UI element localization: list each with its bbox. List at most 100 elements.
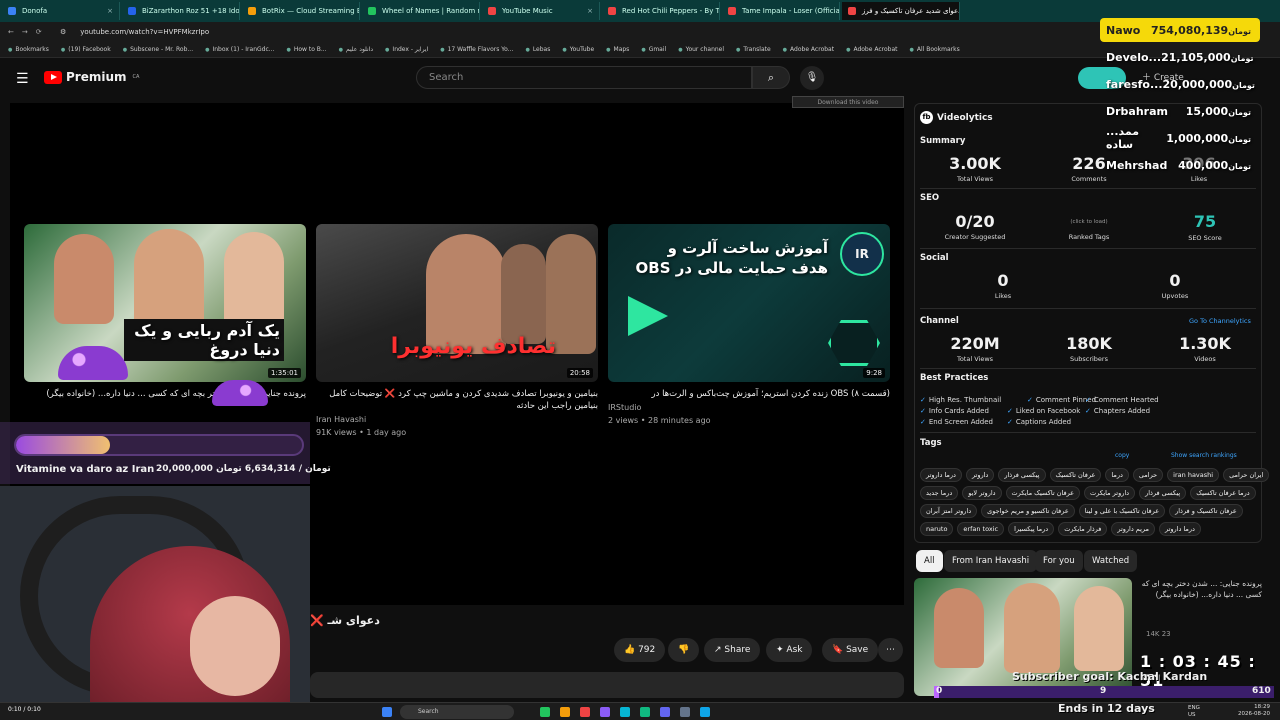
file-explorer-icon[interactable] [560, 707, 570, 717]
tag-chip[interactable]: عرفان تاکسیک با علی و لینا [1078, 504, 1166, 518]
bookmark-item[interactable]: Lebas [525, 46, 551, 53]
back-icon[interactable]: ← [8, 28, 14, 36]
dislike-button[interactable]: 👎 [668, 638, 700, 662]
tag-chip[interactable]: مریم داروتر [1111, 522, 1156, 536]
bookmark-item[interactable]: Adobe Acrobat [846, 46, 897, 53]
tag-chip[interactable]: عرفان تاکسیک مایکرت [1005, 486, 1081, 500]
tag-chip[interactable]: عرفان تاکسیک [1049, 468, 1102, 482]
menu-icon[interactable]: ☰ [16, 71, 29, 87]
forward-icon[interactable]: → [22, 28, 28, 36]
app-icon[interactable] [620, 707, 630, 717]
ranked-tags-load[interactable]: (click to load) [1049, 219, 1129, 225]
windows-start-icon[interactable] [382, 707, 392, 717]
bookmark-item[interactable]: All Bookmarks [909, 46, 960, 53]
bookmark-item[interactable]: Bookmarks [8, 46, 49, 53]
tag-chip[interactable]: درما عرفان تاکسیک [1190, 486, 1256, 500]
tag-chip[interactable]: iran havashi [1167, 468, 1220, 482]
tag-chip[interactable]: داروتر امتز آبران [920, 504, 978, 518]
ask-button[interactable]: ✦ Ask [766, 638, 813, 662]
more-actions-button[interactable]: ⋯ [878, 638, 903, 662]
reload-icon[interactable]: ⟳ [36, 28, 42, 36]
bookmark-item[interactable]: Index - ایرایر [385, 46, 428, 53]
bookmark-item[interactable]: (19) Facebook [61, 46, 110, 53]
browser-tab[interactable]: BiZararthon Roz 51 +18 Idonati...× [122, 2, 240, 20]
tag-chip[interactable]: درما داروتر [920, 468, 962, 482]
download-button[interactable]: Download this video [792, 96, 904, 108]
bookmark-item[interactable]: Inbox (1) - IranGdc... [205, 46, 274, 53]
tag-chip[interactable]: erfan toxic [957, 522, 1005, 536]
bookmark-item[interactable]: Maps [606, 46, 630, 53]
browser-tab[interactable]: YouTube Music × [482, 2, 600, 20]
bookmark-item[interactable]: Adobe Acrobat [783, 46, 834, 53]
channel-name[interactable]: Iran Havashi [316, 414, 598, 425]
tag-chip[interactable]: ایران حرامی [1223, 468, 1270, 482]
channel-name[interactable]: IRStudio [608, 402, 890, 413]
chip-from-channel[interactable]: From Iran Havashi [944, 550, 1038, 572]
chip-all[interactable]: All [916, 550, 943, 572]
info-icon[interactable]: ⚙ [60, 28, 66, 36]
close-tab-icon[interactable]: × [587, 7, 593, 15]
bookmark-item[interactable]: Gmail [641, 46, 667, 53]
bookmark-item[interactable]: Subscene - Mr. Rob... [123, 46, 193, 53]
close-tab-icon[interactable]: × [107, 7, 113, 15]
tag-chip[interactable]: حرامی [1132, 468, 1164, 482]
tag-chip[interactable]: naruto [920, 522, 954, 536]
voice-search-button[interactable]: 🎙 [800, 66, 824, 90]
bookmark-item[interactable]: How to B... [286, 46, 327, 53]
video-thumbnail[interactable]: آموزش ساخت آلرت و هدف حمایت مالی در OBS … [608, 224, 890, 382]
browser-tab[interactable]: BotRix — Cloud Streaming Bot× [242, 2, 360, 20]
telegram-icon[interactable] [700, 707, 710, 717]
tag-chip[interactable]: پیکسی فرذار [998, 468, 1046, 482]
whatsapp-icon[interactable] [640, 707, 650, 717]
bookmark-item[interactable]: Your channel [678, 46, 724, 53]
youtube-logo[interactable]: Premium CA [44, 70, 139, 84]
url-field[interactable]: youtube.com/watch?v=HVPFMkzrIpo [80, 28, 209, 36]
save-button[interactable]: 🔖 Save [822, 638, 879, 662]
channelytics-link[interactable]: Go To Channelytics [1189, 317, 1251, 325]
obs-icon[interactable] [680, 707, 690, 717]
bookmark-item[interactable]: دانلود علیم [339, 46, 373, 53]
tag-chip[interactable]: درما داروتر [1159, 522, 1201, 536]
tag-chip[interactable]: داروتر لایو [962, 486, 1002, 500]
like-button[interactable]: 👍 792 [614, 638, 666, 662]
bookmark-item[interactable]: Translate [736, 46, 770, 53]
tag-chip[interactable]: عرفان تاکسیو و مریم خواجوی [981, 504, 1075, 518]
tag-chip[interactable]: درما جدید [920, 486, 959, 500]
video-title[interactable]: بنیامین و یونیوبرا تصادف شدیدی کردن و ما… [316, 388, 598, 412]
sub-goal-start: 0 [936, 686, 943, 696]
sidebar-video-title[interactable]: پرونده جنایی: ... شدن دختر بچه ای که کسی… [1136, 578, 1262, 600]
tag-chip[interactable]: فرذار مایکرت [1058, 522, 1108, 536]
app-icon[interactable] [580, 707, 590, 717]
tag-chip[interactable]: داروتر [965, 468, 995, 482]
tag-chip[interactable]: درما پیکسیرا [1008, 522, 1055, 536]
description-box[interactable] [310, 672, 904, 698]
chip-watched[interactable]: Watched [1084, 550, 1138, 572]
discord-icon[interactable] [660, 707, 670, 717]
browser-tab[interactable]: دعوای شدید عرفان تاکسیک و فرز...× [842, 2, 960, 20]
end-screen-video-3[interactable]: آموزش ساخت آلرت و هدف حمایت مالی در OBS … [608, 224, 890, 426]
tab-favicon [488, 7, 496, 15]
bookmark-item[interactable]: 17 Waffle Flavors Yo... [440, 46, 514, 53]
tag-chip[interactable]: عرفان تاکسیک و فرذار [1169, 504, 1243, 518]
search-button[interactable]: ⌕ [752, 66, 790, 89]
browser-tab[interactable]: Tame Impala - Loser (Official V...× [722, 2, 840, 20]
taskbar-search[interactable]: Search [400, 705, 514, 719]
tag-chip[interactable]: پیکسی فرذار [1139, 486, 1187, 500]
tag-chip[interactable]: درما [1105, 468, 1129, 482]
video-thumbnail[interactable]: تصادف یونیوبرا 20:58 [316, 224, 598, 382]
tags-copy-link[interactable]: copy [1115, 452, 1129, 459]
chip-for-you[interactable]: For you [1035, 550, 1083, 572]
tags-rankings-link[interactable]: Show search rankings [1171, 452, 1237, 459]
video-title[interactable]: (قسمت ۸) OBS زنده کردن استریم؛ آموزش چت‌… [608, 388, 891, 400]
chrome-icon[interactable] [540, 707, 550, 717]
language-indicator[interactable]: ENG US [1188, 705, 1208, 719]
app-icon[interactable] [600, 707, 610, 717]
browser-tab[interactable]: Red Hot Chili Peppers - By The...× [602, 2, 720, 20]
browser-tab[interactable]: Donofa × [2, 2, 120, 20]
search-input[interactable]: Search [416, 66, 752, 89]
end-screen-video-2[interactable]: تصادف یونیوبرا 20:58 بنیامین و یونیوبرا … [316, 224, 598, 438]
tag-chip[interactable]: داروتر مایکرت [1084, 486, 1136, 500]
bookmark-item[interactable]: YouTube [562, 46, 594, 53]
share-button[interactable]: ↗ Share [704, 638, 761, 662]
browser-tab[interactable]: Wheel of Names | Random nam...× [362, 2, 480, 20]
